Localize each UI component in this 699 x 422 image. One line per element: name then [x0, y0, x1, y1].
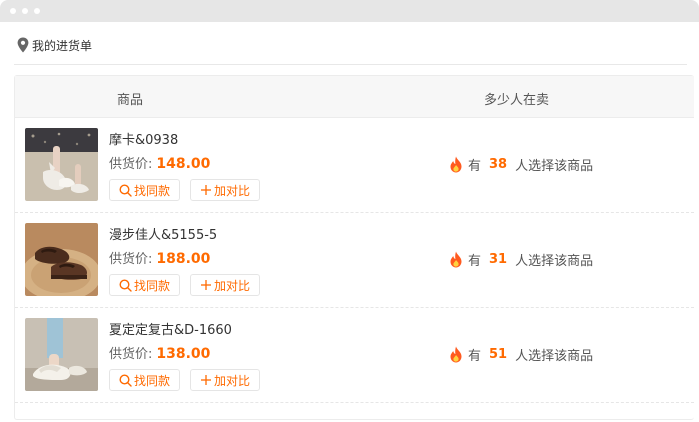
fire-icon: [450, 346, 462, 363]
add-compare-button[interactable]: 加对比: [190, 179, 260, 201]
add-compare-button[interactable]: 加对比: [190, 274, 260, 296]
find-similar-button[interactable]: 找同款: [109, 274, 180, 296]
product-table: 商品 多少人在卖 摩卡&0938 供货价: 148.00 找同款 加对比 有 3…: [14, 75, 694, 420]
find-similar-label: 找同款: [133, 278, 170, 293]
window-dot-icon: [22, 8, 28, 14]
plus-icon: [200, 375, 211, 385]
sellers-prefix: 有: [468, 159, 482, 174]
price-label: 供货价:: [109, 157, 153, 172]
table-header: 商品 多少人在卖: [15, 76, 694, 118]
search-icon: [119, 183, 132, 197]
price-label: 供货价:: [109, 347, 153, 362]
location-pin-icon: [17, 37, 29, 53]
add-compare-button[interactable]: 加对比: [190, 369, 260, 391]
sellers-prefix: 有: [468, 254, 482, 269]
price-line: 供货价: 138.00: [109, 343, 210, 362]
sellers-count: 31: [489, 252, 508, 267]
fire-icon: [450, 156, 462, 173]
table-row: 漫步佳人&5155-5 供货价: 188.00 找同款 加对比 有 31 人选择…: [15, 213, 694, 308]
sellers-info: 有 38 人选择该商品: [449, 155, 593, 174]
add-compare-label: 加对比: [213, 373, 250, 388]
window-dot-icon: [34, 8, 40, 14]
fire-icon: [450, 251, 462, 268]
table-row: 夏定定复古&D-1660 供货价: 138.00 找同款 加对比 有 51 人选…: [15, 308, 694, 403]
sellers-info: 有 31 人选择该商品: [449, 250, 593, 269]
divider: [14, 64, 687, 65]
breadcrumb: 我的进货单: [17, 36, 92, 54]
add-compare-label: 加对比: [213, 278, 250, 293]
product-name[interactable]: 摩卡&0938: [109, 129, 178, 148]
plus-icon: [200, 185, 211, 195]
sellers-info: 有 51 人选择该商品: [449, 345, 593, 364]
price-label: 供货价:: [109, 252, 153, 267]
column-header-sellers: 多少人在卖: [484, 93, 550, 108]
find-similar-label: 找同款: [133, 373, 170, 388]
price-value: 138.00: [156, 346, 211, 362]
column-header-product: 商品: [117, 93, 144, 108]
sellers-prefix: 有: [468, 349, 482, 364]
browser-window: 我的进货单 商品 多少人在卖 摩卡&0938 供货价: 148.00 找同款 加…: [0, 0, 699, 422]
search-icon: [119, 373, 132, 387]
window-titlebar: [0, 0, 699, 22]
product-name[interactable]: 漫步佳人&5155-5: [109, 224, 217, 243]
product-thumbnail[interactable]: [25, 318, 98, 391]
sellers-suffix: 人选择该商品: [515, 159, 594, 174]
price-line: 供货价: 148.00: [109, 153, 210, 172]
price-value: 188.00: [156, 251, 211, 267]
sellers-count: 51: [489, 347, 508, 362]
find-similar-button[interactable]: 找同款: [109, 179, 180, 201]
window-dot-icon: [10, 8, 16, 14]
search-icon: [119, 278, 132, 292]
product-name[interactable]: 夏定定复古&D-1660: [109, 319, 232, 338]
purchase-list-page: 我的进货单 商品 多少人在卖 摩卡&0938 供货价: 148.00 找同款 加…: [0, 22, 699, 422]
sellers-count: 38: [489, 157, 508, 172]
sellers-suffix: 人选择该商品: [515, 254, 594, 269]
breadcrumb-label: 我的进货单: [32, 38, 93, 53]
table-row: 摩卡&0938 供货价: 148.00 找同款 加对比 有 38 人选择该商品: [15, 118, 694, 213]
price-line: 供货价: 188.00: [109, 248, 210, 267]
product-thumbnail[interactable]: [25, 128, 98, 201]
product-thumbnail[interactable]: [25, 223, 98, 296]
sellers-suffix: 人选择该商品: [515, 349, 594, 364]
price-value: 148.00: [156, 156, 211, 172]
find-similar-button[interactable]: 找同款: [109, 369, 180, 391]
find-similar-label: 找同款: [133, 183, 170, 198]
add-compare-label: 加对比: [213, 183, 250, 198]
plus-icon: [200, 280, 211, 290]
